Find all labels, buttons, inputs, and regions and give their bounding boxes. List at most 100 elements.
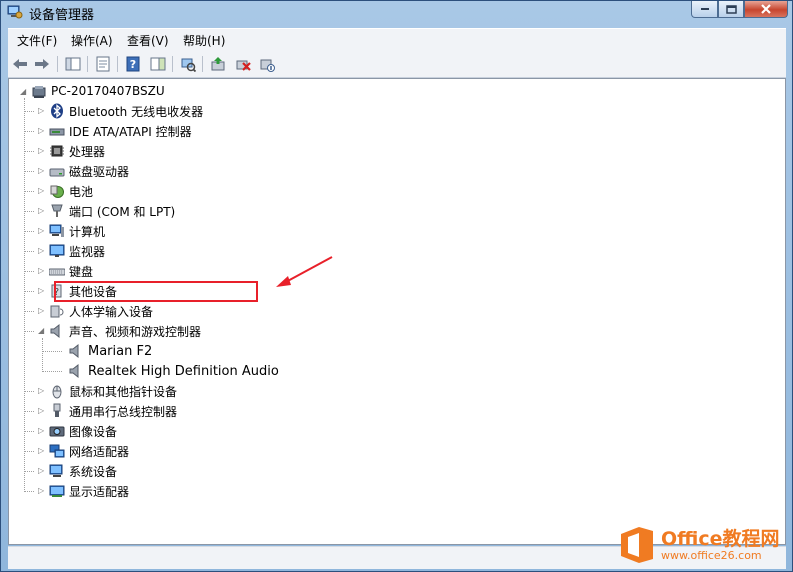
collapse-toggle[interactable]: ◢ (38, 326, 44, 335)
device-manager-icon (7, 5, 23, 19)
minimize-button[interactable] (691, 1, 718, 18)
category-label: Bluetooth 无线电收发器 (69, 104, 204, 119)
tree-category[interactable]: 声音、视频和游戏控制器 (49, 322, 201, 340)
system-icon (49, 464, 63, 477)
tree-category[interactable]: 图像设备 (49, 422, 117, 440)
expand-toggle[interactable]: ▷ (38, 246, 44, 255)
expand-toggle[interactable]: ▷ (38, 426, 44, 435)
computer-root-icon (32, 86, 46, 98)
expand-toggle[interactable]: ▷ (38, 306, 44, 315)
battery-icon (50, 185, 64, 198)
watermark-url: www.office26.com (661, 548, 762, 562)
tree-category[interactable]: 显示适配器 (49, 482, 129, 500)
annotation-arrow-icon (276, 256, 333, 287)
action-pane-button[interactable] (149, 55, 167, 73)
mouse-icon (52, 385, 62, 399)
back-button[interactable] (11, 55, 29, 73)
computer-icon (49, 224, 64, 237)
expand-toggle[interactable]: ▷ (38, 466, 44, 475)
expand-toggle[interactable]: ▷ (38, 146, 44, 155)
collapse-toggle[interactable]: ◢ (20, 87, 26, 96)
tree-category[interactable]: Bluetooth 无线电收发器 (49, 102, 203, 120)
disk-drive-icon (49, 168, 65, 177)
forward-arrow-icon (35, 59, 49, 69)
disable-device-button[interactable] (258, 55, 276, 73)
expand-toggle[interactable]: ▷ (38, 226, 44, 235)
menu-help[interactable]: 帮助(H) (183, 32, 225, 49)
tree-category[interactable]: 网络适配器 (49, 442, 129, 460)
expand-toggle[interactable]: ▷ (38, 286, 44, 295)
tree-category[interactable]: 磁盘驱动器 (49, 162, 129, 180)
tree-category[interactable]: 处理器 (49, 142, 105, 160)
menu-action[interactable]: 操作(A) (71, 32, 113, 49)
disable-device-icon (260, 59, 275, 72)
scan-hardware-icon (181, 58, 196, 72)
close-button[interactable] (744, 1, 788, 18)
back-arrow-icon (13, 59, 27, 69)
speaker-icon (69, 343, 79, 359)
maximize-button[interactable] (718, 1, 744, 18)
highlight-box (54, 281, 258, 302)
minimize-icon (700, 8, 709, 10)
category-label: 处理器 (69, 144, 106, 159)
tree-category[interactable]: 系统设备 (49, 462, 117, 480)
forward-button[interactable] (33, 55, 51, 73)
help-button[interactable]: ? (124, 55, 142, 73)
root-label: PC-20170407BSZU (51, 84, 165, 98)
category-label: 电池 (69, 184, 94, 199)
category-label: 鼠标和其他指针设备 (69, 384, 178, 399)
expand-toggle[interactable]: ▷ (38, 126, 44, 135)
tree-category[interactable]: IDE ATA/ATAPI 控制器 (49, 122, 192, 140)
expand-toggle[interactable]: ▷ (38, 106, 44, 115)
menu-view[interactable]: 查看(V) (127, 32, 169, 49)
show-hide-tree-button[interactable] (64, 55, 82, 73)
tree-device[interactable]: Marian F2 (68, 342, 152, 360)
keyboard-icon (49, 268, 65, 276)
expand-toggle[interactable]: ▷ (38, 186, 44, 195)
device-label: Marian F2 (88, 343, 153, 359)
category-label: IDE ATA/ATAPI 控制器 (69, 124, 192, 139)
svg-text:?: ? (130, 58, 136, 71)
expand-toggle[interactable]: ▷ (38, 266, 44, 275)
properties-button[interactable] (94, 55, 112, 73)
menu-file[interactable]: 文件(F) (17, 32, 57, 49)
tree-category[interactable]: 人体学输入设备 (49, 302, 153, 320)
usb-icon (53, 403, 61, 417)
tree-category[interactable]: 监视器 (49, 242, 105, 260)
category-label: 显示适配器 (69, 484, 130, 499)
expand-toggle[interactable]: ▷ (38, 206, 44, 215)
category-label: 系统设备 (69, 464, 118, 479)
maximize-icon (725, 4, 737, 14)
tree-category[interactable]: 鼠标和其他指针设备 (49, 382, 177, 400)
tree-category[interactable]: 通用串行总线控制器 (49, 402, 177, 420)
category-label: 人体学输入设备 (69, 304, 154, 319)
watermark-title: Office教程网 (661, 527, 780, 550)
expand-toggle[interactable]: ▷ (38, 486, 44, 495)
update-driver-icon (211, 57, 225, 71)
expand-toggle[interactable]: ▷ (38, 386, 44, 395)
tree-root[interactable]: PC-20170407BSZU (31, 82, 165, 100)
speaker-icon (69, 363, 79, 379)
uninstall-button[interactable] (234, 55, 252, 73)
tree-device-selected[interactable]: Realtek High Definition Audio (68, 362, 279, 380)
expand-toggle[interactable]: ▷ (38, 406, 44, 415)
port-icon (51, 204, 63, 217)
title-bar[interactable]: 设备管理器 (1, 1, 792, 23)
category-label: 图像设备 (69, 424, 118, 439)
tree-category[interactable]: 键盘 (49, 262, 93, 280)
category-label: 端口 (COM 和 LPT) (69, 204, 176, 219)
tree-category[interactable]: 端口 (COM 和 LPT) (49, 202, 175, 220)
tree-view-icon (65, 57, 81, 71)
device-tree[interactable]: ◢ PC-20170407BSZU ▷ Bluetooth 无线电收发器 ▷ IDE AT… (8, 78, 786, 545)
expand-toggle[interactable]: ▷ (38, 446, 44, 455)
ide-controller-icon (49, 128, 65, 136)
close-icon (761, 4, 771, 14)
uninstall-icon (236, 60, 251, 71)
scan-hardware-button[interactable] (179, 55, 197, 73)
update-driver-button[interactable] (209, 55, 227, 73)
hid-icon (50, 305, 64, 318)
expand-toggle[interactable]: ▷ (38, 166, 44, 175)
processor-icon (50, 145, 64, 157)
tree-category[interactable]: 计算机 (49, 222, 105, 240)
tree-category[interactable]: 电池 (49, 182, 93, 200)
